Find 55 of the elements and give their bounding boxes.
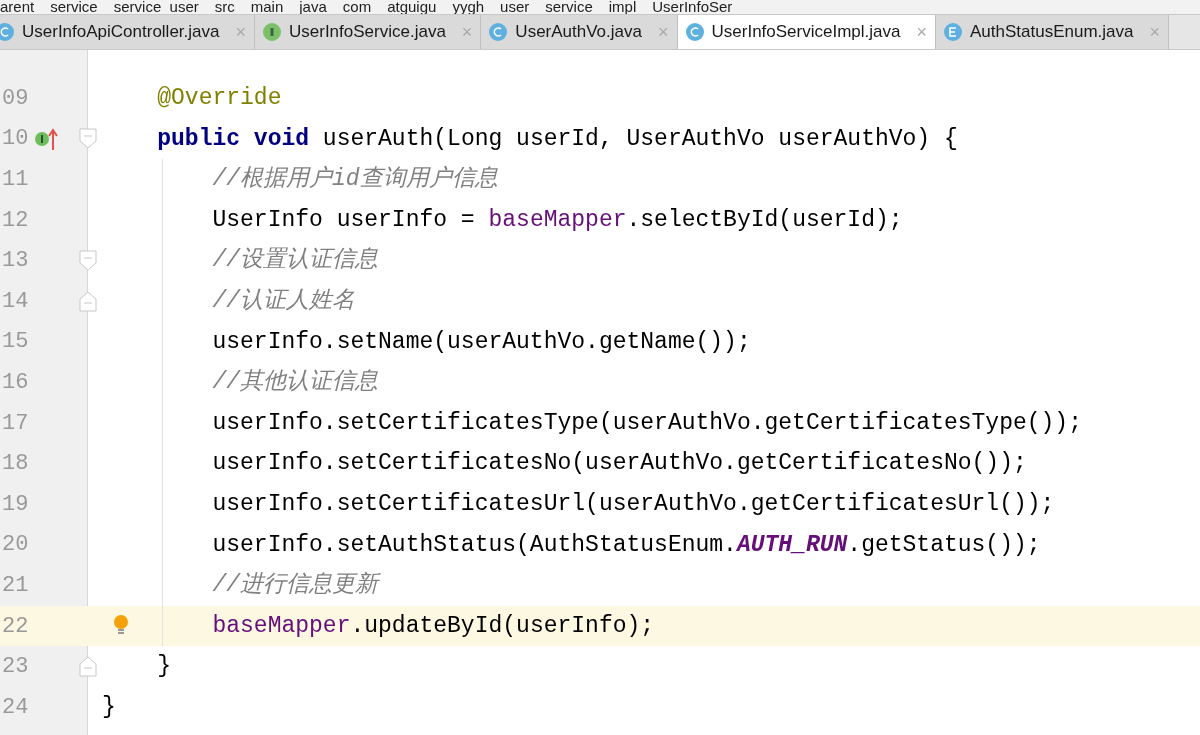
breadcrumb-item[interactable]: service_user [113, 0, 199, 14]
fold-marker-icon[interactable] [79, 250, 97, 272]
code-line: //根据用户id查询用户信息 [212, 164, 498, 195]
breadcrumb-item[interactable]: user [500, 0, 530, 14]
line-number: 09 [1, 84, 30, 113]
code-line: public void userAuth(Long userId, UserAuthVo userAuthVo) { [157, 124, 958, 154]
editor-tab[interactable]: AuthStatusEnum.java × [936, 15, 1169, 49]
line-number: 18 [1, 450, 30, 479]
interface-file-icon [263, 23, 281, 41]
code-line: baseMapper.updateById(userInfo); [212, 611, 655, 641]
fold-marker-icon[interactable] [79, 128, 97, 150]
code-line: //其他认证信息 [212, 368, 379, 398]
breadcrumb-item[interactable]: arent [0, 0, 35, 14]
code-line: //认证人姓名 [212, 287, 356, 316]
line-number: 13 [1, 247, 30, 276]
code-line: userInfo.setCertificatesNo(userAuthVo.getCertificatesNo()); [212, 449, 1027, 479]
breadcrumb-item[interactable]: service [545, 0, 593, 14]
line-number: 24 [1, 693, 30, 722]
code-line: userInfo.setCertificatesUrl(userAuthVo.getCertificatesUrl()); [212, 490, 1055, 519]
class-file-icon [0, 23, 14, 41]
breadcrumb-item[interactable]: com [342, 0, 372, 14]
line-number: 16 [1, 368, 30, 397]
breadcrumb-item[interactable]: main [250, 0, 284, 14]
code-line: UserInfo userInfo = baseMapper.selectById(userId); [212, 205, 903, 235]
line-number: 21 [1, 571, 30, 600]
class-file-icon [489, 23, 508, 41]
editor-tab[interactable]: UserInfoServiceImpl.java × [677, 15, 936, 49]
line-number: 11 [1, 166, 30, 194]
enum-file-icon [944, 23, 962, 41]
line-number: 10 [1, 125, 30, 154]
breadcrumb-item[interactable]: UserInfoSer [652, 0, 733, 14]
lightbulb-icon[interactable] [113, 613, 129, 636]
class-file-icon [685, 23, 704, 41]
line-number: 15 [1, 328, 30, 357]
code-line: userInfo.setAuthStatus(AuthStatusEnum.AUTH_RUN.getStatus()); [212, 530, 1041, 560]
code-line: } [157, 652, 172, 682]
editor-tab[interactable]: UserInfoService.java × [255, 15, 482, 49]
line-number: 12 [1, 206, 30, 235]
code-line: //设置认证信息 [212, 246, 379, 276]
code-line: userInfo.setName(userAuthVo.getName()); [212, 327, 751, 357]
breadcrumb-item[interactable]: src [214, 0, 235, 14]
fold-marker-icon[interactable] [79, 656, 97, 678]
code-line: @Override [157, 84, 282, 114]
editor-tab[interactable]: UserInfoApiController.java × [0, 15, 255, 49]
code-line: //进行信息更新 [212, 571, 379, 601]
line-number: 23 [1, 653, 30, 682]
line-number: 20 [1, 531, 30, 560]
editor-tab[interactable]: UserAuthVo.java × [481, 15, 678, 49]
code-line: } [102, 692, 116, 722]
breadcrumb-item[interactable]: service [50, 0, 98, 14]
line-number: 14 [1, 287, 30, 316]
line-number: 19 [1, 490, 30, 519]
line-number: 22 [1, 612, 30, 641]
line-number: 17 [1, 409, 30, 438]
code-line: userInfo.setCertificatesType(userAuthVo.getCertificatesType()); [212, 408, 1082, 438]
